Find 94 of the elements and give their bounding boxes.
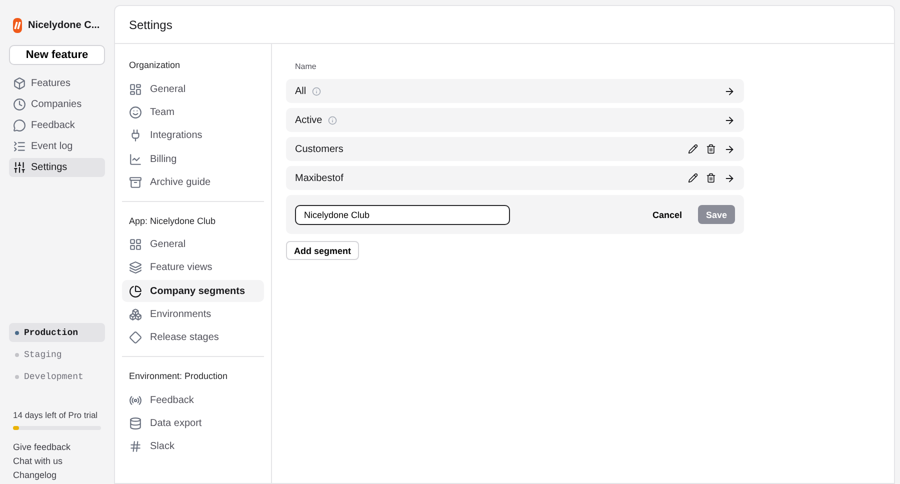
section-heading: Environment: Production xyxy=(128,370,229,384)
nav-label: Team xyxy=(150,106,174,118)
sidebar-item[interactable]: Feedback xyxy=(9,116,105,135)
settings-nav-item[interactable]: Archive guide xyxy=(122,171,264,194)
trash-icon[interactable] xyxy=(706,144,716,154)
nav-label: General xyxy=(150,84,186,95)
settings-nav-item[interactable]: Feedback xyxy=(122,389,264,412)
nav-label: Billing xyxy=(150,154,177,165)
status-dot xyxy=(15,330,19,334)
list-icon xyxy=(13,140,26,153)
nav-label: Archive guide xyxy=(150,176,211,188)
arrow-right-icon[interactable] xyxy=(724,114,735,126)
status-dot xyxy=(15,352,19,356)
dashboard-icon xyxy=(129,82,142,96)
status-dot xyxy=(15,374,19,378)
boxes-icon xyxy=(129,308,142,322)
arrow-right-icon[interactable] xyxy=(724,172,735,184)
clock-icon xyxy=(13,98,26,111)
trial-text: 14 days left of Pro trial xyxy=(12,410,99,420)
pencil-icon[interactable] xyxy=(688,173,698,184)
nav-label: General xyxy=(150,239,186,250)
environment-item[interactable]: Production xyxy=(9,323,105,342)
section-heading: App: Nicelydone Club xyxy=(128,214,217,228)
nav-label: Feature views xyxy=(150,262,212,274)
sidebar-label: Features xyxy=(31,78,70,89)
column-header: Name xyxy=(294,62,318,74)
environment-label: Production xyxy=(24,328,78,338)
grid-icon xyxy=(129,238,142,252)
sliders-icon xyxy=(13,161,26,174)
environment-item[interactable]: Development xyxy=(9,367,105,386)
segment-name: All xyxy=(295,86,306,97)
settings-nav-item[interactable]: Integrations xyxy=(122,124,264,147)
settings-nav-item[interactable]: Data export xyxy=(122,412,264,434)
settings-nav-item[interactable]: Slack xyxy=(122,436,264,458)
diamond-icon xyxy=(129,331,142,344)
plug-icon xyxy=(129,129,142,142)
settings-nav-item[interactable]: General xyxy=(122,78,264,100)
page-title: Settings xyxy=(129,18,172,32)
sidebar-item[interactable]: Features xyxy=(9,74,105,93)
nav-label: Integrations xyxy=(150,130,202,142)
nav-label: Feedback xyxy=(150,394,194,406)
smile-icon xyxy=(129,106,142,119)
segment-name-input[interactable]: Nicelydone Club xyxy=(295,204,510,225)
segment-row[interactable]: All xyxy=(286,79,744,104)
settings-nav-item[interactable]: Company segments xyxy=(122,280,264,302)
segment-name: Customers xyxy=(295,144,344,155)
layers-icon xyxy=(129,261,142,274)
settings-nav-item[interactable]: Feature views xyxy=(122,256,264,279)
segment-row[interactable]: Customers xyxy=(286,137,744,162)
new-feature-button[interactable]: New feature xyxy=(9,45,105,65)
workspace-name[interactable]: Nicelydone C... xyxy=(28,20,100,31)
box-icon xyxy=(13,77,26,90)
sidebar-label: Companies xyxy=(31,99,82,110)
hash-icon xyxy=(129,440,142,454)
archive-icon xyxy=(129,176,142,189)
arrow-right-icon[interactable] xyxy=(724,144,735,155)
environment-label: Staging xyxy=(24,350,62,360)
footer-link[interactable]: Changelog xyxy=(9,470,105,480)
sidebar-item[interactable]: Settings xyxy=(9,158,105,177)
section-heading: Organization xyxy=(128,59,182,72)
database-icon xyxy=(129,416,142,430)
segment-row[interactable]: Active xyxy=(286,108,744,132)
pencil-icon[interactable] xyxy=(688,144,698,154)
settings-nav-item[interactable]: Billing xyxy=(122,148,264,170)
arrow-right-icon[interactable] xyxy=(724,86,735,97)
settings-nav-item[interactable]: General xyxy=(122,234,264,256)
footer-link[interactable]: Give feedback xyxy=(9,442,105,452)
segment-name: Maxibestof xyxy=(295,172,344,184)
segment-name: Active xyxy=(295,114,322,126)
settings-nav-item[interactable]: Team xyxy=(122,101,264,124)
settings-nav-item[interactable]: Release stages xyxy=(122,326,264,349)
nav-label: Slack xyxy=(150,441,174,452)
environment-item[interactable]: Staging xyxy=(9,345,105,364)
line-chart-icon xyxy=(129,152,142,166)
sidebar-label: Event log xyxy=(31,141,73,152)
add-segment-button[interactable]: Add segment xyxy=(286,241,360,260)
app-logo xyxy=(13,18,22,33)
nav-label: Environments xyxy=(150,309,212,320)
environment-label: Development xyxy=(24,372,84,382)
nav-label: Company segments xyxy=(150,286,246,297)
trash-icon[interactable] xyxy=(706,173,716,184)
settings-nav-item[interactable]: Environments xyxy=(122,304,264,326)
sidebar-label: Feedback xyxy=(31,120,75,131)
sidebar-item[interactable]: Event log xyxy=(9,137,105,156)
radio-icon xyxy=(129,394,142,407)
sidebar-label: Settings xyxy=(31,162,68,173)
footer-link[interactable]: Chat with us xyxy=(9,456,105,466)
pie-chart-icon xyxy=(129,284,142,298)
sidebar-item[interactable]: Companies xyxy=(9,95,105,114)
segment-row[interactable]: Maxibestof xyxy=(286,166,744,190)
nav-label: Release stages xyxy=(150,332,219,344)
nav-label: Data export xyxy=(150,418,202,429)
cancel-button[interactable]: Cancel xyxy=(646,208,688,221)
speech-bubble-icon xyxy=(13,119,26,132)
